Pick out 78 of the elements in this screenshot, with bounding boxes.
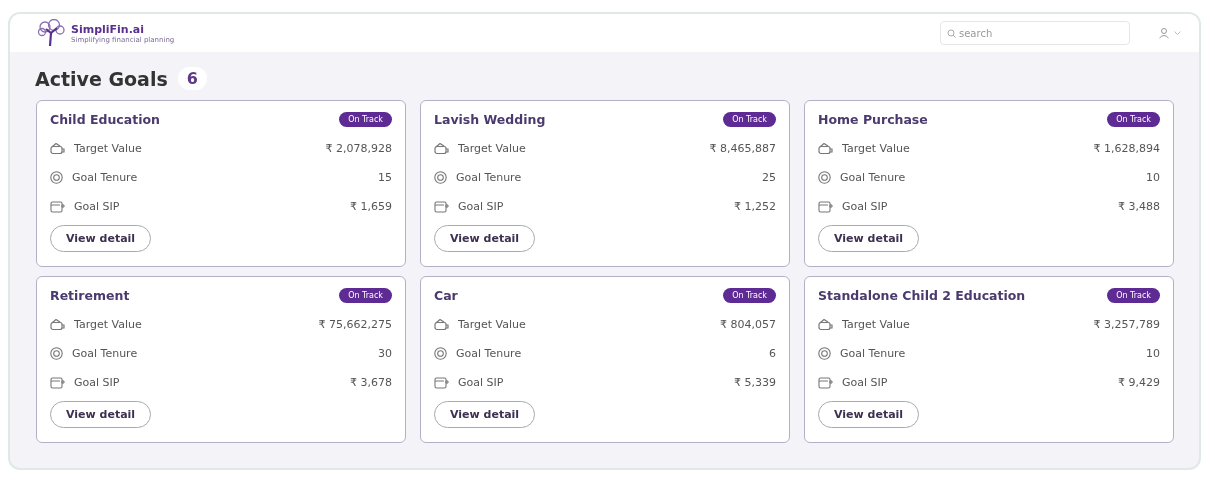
field-value: ₹ 3,488 — [1118, 200, 1160, 213]
search-field[interactable]: search — [940, 21, 1130, 45]
calendar-icon — [50, 376, 65, 389]
coin-icon — [434, 171, 447, 184]
field-label: Target Value — [74, 142, 143, 155]
coin-icon — [50, 347, 63, 360]
wallet-icon — [50, 318, 65, 331]
field-label: Goal SIP — [842, 200, 889, 213]
goal-title: Retirement — [50, 287, 130, 303]
field-value: 6 — [769, 347, 776, 360]
calendar-icon — [434, 200, 449, 213]
calendar-icon — [50, 200, 65, 213]
field-value: ₹ 9,429 — [1118, 376, 1160, 389]
goal-title: Home Purchase — [818, 111, 928, 127]
status-badge: On Track — [1107, 111, 1160, 127]
view-detail-button[interactable]: View detail — [434, 401, 536, 428]
field-label: Goal Tenure — [72, 171, 139, 184]
chevron-down-icon[interactable] — [1174, 31, 1181, 35]
goal-title: Standalone Child 2 Education — [818, 287, 1026, 303]
calendar-icon — [434, 376, 449, 389]
field-label: Goal SIP — [842, 376, 889, 389]
field-label: Target Value — [458, 142, 527, 155]
user-icon[interactable] — [1158, 27, 1170, 39]
field-value: 15 — [378, 171, 392, 184]
view-detail-button[interactable]: View detail — [818, 225, 920, 252]
status-badge: On Track — [723, 287, 776, 303]
view-detail-button[interactable]: View detail — [50, 225, 152, 252]
field-value: 25 — [762, 171, 776, 184]
field-value: ₹ 1,659 — [350, 200, 392, 213]
field-label: Goal SIP — [74, 200, 121, 213]
goal-title: Car — [434, 287, 458, 303]
field-value: ₹ 1,628,894 — [1093, 142, 1160, 155]
field-label: Target Value — [842, 318, 911, 331]
field-value: ₹ 3,257,789 — [1093, 318, 1160, 331]
field-label: Target Value — [458, 318, 527, 331]
field-value: 10 — [1146, 347, 1160, 360]
wallet-icon — [818, 318, 833, 331]
page-title: Active Goals — [35, 67, 168, 90]
field-value: ₹ 804,057 — [720, 318, 776, 331]
wallet-icon — [434, 318, 449, 331]
field-value: ₹ 3,678 — [350, 376, 392, 389]
status-badge: On Track — [339, 287, 392, 303]
status-badge: On Track — [339, 111, 392, 127]
field-value: ₹ 1,252 — [734, 200, 776, 213]
field-label: Goal Tenure — [840, 171, 907, 184]
goal-title: Child Education — [50, 111, 160, 127]
field-value: ₹ 5,339 — [734, 376, 776, 389]
field-value: 30 — [378, 347, 392, 360]
field-label: Goal Tenure — [456, 171, 523, 184]
field-value: ₹ 8,465,887 — [709, 142, 776, 155]
view-detail-button[interactable]: View detail — [434, 225, 536, 252]
view-detail-button[interactable]: View detail — [50, 401, 152, 428]
status-badge: On Track — [723, 111, 776, 127]
coin-icon — [818, 347, 831, 360]
field-label: Target Value — [74, 318, 143, 331]
field-label: Goal SIP — [458, 200, 505, 213]
field-label: Goal SIP — [74, 376, 121, 389]
coin-icon — [50, 171, 63, 184]
field-value: ₹ 75,662,275 — [318, 318, 392, 331]
field-label: Goal Tenure — [840, 347, 907, 360]
field-label: Goal Tenure — [72, 347, 139, 360]
field-label: Target Value — [842, 142, 911, 155]
brand-name: SimpliFin.ai — [71, 22, 146, 36]
coin-icon — [818, 171, 831, 184]
calendar-icon — [818, 376, 833, 389]
wallet-icon — [434, 142, 449, 155]
wallet-icon — [50, 142, 65, 155]
view-detail-button[interactable]: View detail — [818, 401, 920, 428]
calendar-icon — [818, 200, 833, 213]
field-label: Goal Tenure — [456, 347, 523, 360]
field-value: 10 — [1146, 171, 1160, 184]
status-badge: On Track — [1107, 287, 1160, 303]
coin-icon — [434, 347, 447, 360]
wallet-icon — [818, 142, 833, 155]
field-label: Goal SIP — [458, 376, 505, 389]
goal-count: 6 — [177, 67, 207, 90]
goal-title: Lavish Wedding — [434, 111, 546, 127]
field-value: ₹ 2,078,928 — [325, 142, 392, 155]
